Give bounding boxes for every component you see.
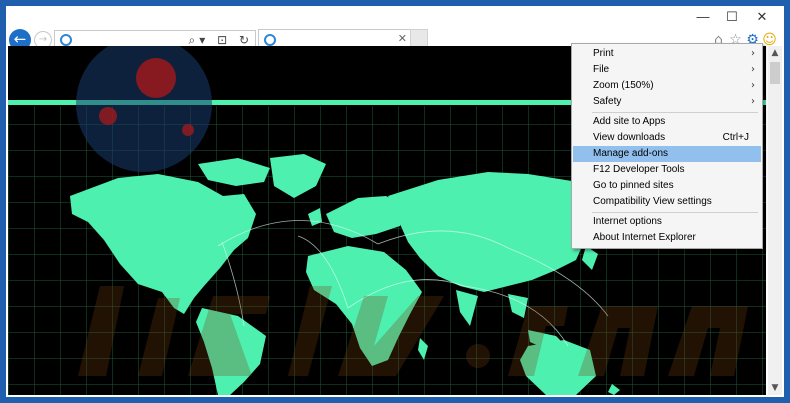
minimize-button[interactable]: — — [690, 8, 716, 26]
menu-item-view-downloads[interactable]: View downloads Ctrl+J — [573, 130, 761, 146]
menu-item-label: Manage add-ons — [593, 148, 669, 159]
menu-item-compatibility-view-settings[interactable]: Compatibility View settings — [573, 194, 761, 210]
menu-item-file[interactable]: File › — [573, 62, 761, 78]
menu-item-go-to-pinned-sites[interactable]: Go to pinned sites — [573, 178, 761, 194]
menu-item-label: File — [593, 64, 610, 75]
maximize-button[interactable]: ☐ — [719, 8, 745, 26]
tab-close-icon[interactable]: ✕ — [398, 32, 407, 45]
menu-item-safety[interactable]: Safety › — [573, 94, 761, 110]
scroll-thumb[interactable] — [770, 62, 780, 84]
scroll-up-arrow[interactable]: ▲ — [768, 46, 782, 60]
scroll-down-arrow[interactable]: ▼ — [768, 381, 782, 395]
menu-item-manage-add-ons[interactable]: Manage add-ons — [573, 146, 761, 162]
forward-arrow-icon: → — [38, 34, 48, 45]
menu-item-print[interactable]: Print › — [573, 46, 761, 62]
menu-item-label: View downloads — [593, 132, 666, 143]
submenu-arrow-icon: › — [751, 64, 755, 75]
menu-item-label: Compatibility View settings — [593, 196, 712, 207]
ie-logo-icon — [264, 34, 276, 46]
menu-item-label: Add site to Apps — [593, 116, 666, 127]
menu-item-label: Go to pinned sites — [593, 180, 674, 191]
menu-item-label: F12 Developer Tools — [593, 164, 685, 175]
close-button[interactable]: ✕ — [749, 8, 775, 26]
menu-item-label: Internet options — [593, 216, 662, 227]
vertical-scrollbar[interactable]: ▲ ▼ — [768, 46, 782, 395]
submenu-arrow-icon: › — [751, 80, 755, 91]
menu-item-label: Safety — [593, 96, 622, 107]
browser-window-frame: — ☐ ✕ ← → ⌕▾ ⊡ ↻ ✕ ⌂ ☆ ⚙ ☺ ▲ ▼ Print › F… — [0, 0, 790, 403]
menu-item-label: About Internet Explorer — [593, 232, 696, 243]
menu-separator — [592, 112, 758, 113]
menu-item-internet-options[interactable]: Internet options — [573, 214, 761, 230]
title-bar: — ☐ ✕ — [6, 6, 784, 28]
menu-item-f12-developer-tools[interactable]: F12 Developer Tools — [573, 162, 761, 178]
submenu-arrow-icon: › — [751, 48, 755, 59]
menu-item-label: Print — [593, 48, 614, 59]
menu-separator — [592, 212, 758, 213]
menu-item-add-site-to-apps[interactable]: Add site to Apps — [573, 114, 761, 130]
menu-item-zoom[interactable]: Zoom (150%) › — [573, 78, 761, 94]
menu-item-about-internet-explorer[interactable]: About Internet Explorer — [573, 230, 761, 246]
submenu-arrow-icon: › — [751, 96, 755, 107]
menu-item-shortcut: Ctrl+J — [722, 132, 749, 143]
ie-logo-icon — [60, 34, 72, 46]
menu-item-label: Zoom (150%) — [593, 80, 654, 91]
tools-menu: Print › File › Zoom (150%) › Safety › Add si… — [571, 43, 763, 249]
